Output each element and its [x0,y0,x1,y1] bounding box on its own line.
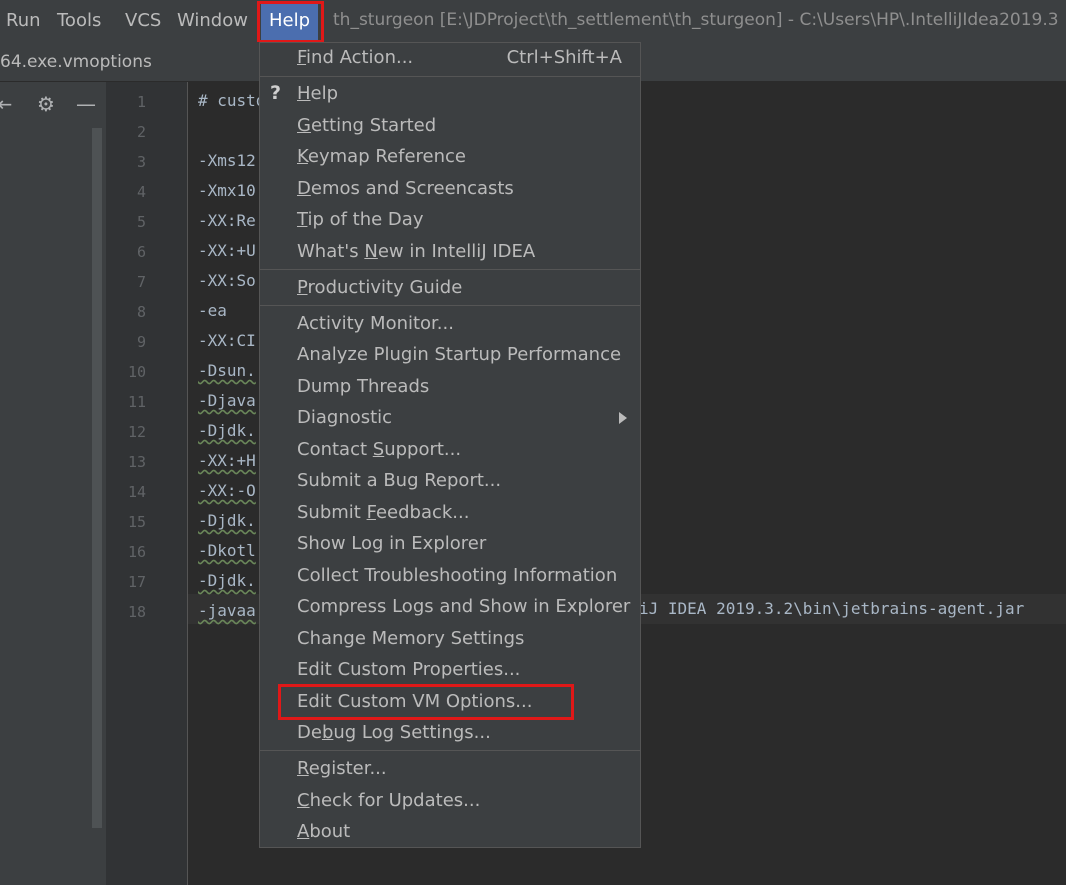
menu-separator [260,750,640,751]
question-icon: ? [270,82,282,104]
line-number: 2 [136,123,146,141]
code-line: -Djdk. [198,511,256,530]
line-number: 15 [127,513,146,531]
code-line: -XX:+U [198,241,256,260]
menu-separator [260,269,640,270]
line-number: 11 [127,393,146,411]
menu-item-getting-started[interactable]: Getting Started [297,115,436,136]
menu-help[interactable]: Help [261,4,319,40]
line-number: 3 [136,153,146,171]
menu-item-help[interactable]: Help [297,83,338,104]
menu-item-about[interactable]: About [297,821,350,842]
menu-vcs[interactable]: VCS [125,0,161,42]
line-number: 12 [127,423,146,441]
menu-item-collect-troubleshooting[interactable]: Collect Troubleshooting Information [297,565,617,586]
editor-tab[interactable]: 64.exe.vmoptions [0,42,152,82]
code-line: -Djdk. [198,571,256,590]
menu-item-dump-threads[interactable]: Dump Threads [297,376,429,397]
code-line: -Djava [198,391,256,410]
menu-item-contact-support[interactable]: Contact Support... [297,439,461,460]
menu-item-change-memory[interactable]: Change Memory Settings [297,628,524,649]
line-number: 6 [136,243,146,261]
menu-bar: Run Tools VCS Window Help th_sturgeon [E… [0,0,1066,42]
code-line: -Dkotl [198,541,256,560]
menu-item-find-action[interactable]: Find Action... [297,47,413,68]
menu-item-register[interactable]: Register... [297,758,387,779]
menu-run[interactable]: Run [6,0,41,42]
menu-item-check-updates[interactable]: Check for Updates... [297,790,480,811]
code-line: -Xms12 [198,151,256,170]
line-number: 1 [136,93,146,111]
menu-separator [260,305,640,306]
code-line: -XX:Re [198,211,256,230]
gear-icon[interactable]: ⚙ [34,92,58,116]
menu-tools[interactable]: Tools [57,0,101,42]
line-number: 17 [127,573,146,591]
menu-item-submit-bug[interactable]: Submit a Bug Report... [297,470,501,491]
code-line: -XX:So [198,271,256,290]
code-line-18-tail: iJ IDEA 2019.3.2\bin\jetbrains-agent.jar [639,599,1025,618]
line-number: 7 [136,273,146,291]
menu-item-demos[interactable]: Demos and Screencasts [297,178,514,199]
code-line: -Djdk. [198,421,256,440]
menu-window[interactable]: Window [177,0,248,42]
line-number: 9 [136,333,146,351]
code-line: -XX:-O [198,481,256,500]
help-menu: Find Action... Ctrl+Shift+A ? Help Getti… [259,42,641,848]
menu-item-whats-new[interactable]: What's New in IntelliJ IDEA [297,241,535,262]
line-number: 13 [127,453,146,471]
menu-item-debug-log-settings[interactable]: Debug Log Settings... [297,722,491,743]
menu-item-keymap-reference[interactable]: Keymap Reference [297,146,466,167]
menu-item-tip-of-the-day[interactable]: Tip of the Day [297,209,423,230]
project-panel [0,126,106,885]
line-number: 10 [127,363,146,381]
line-number: 4 [136,183,146,201]
minimize-icon[interactable]: — [74,92,98,116]
menu-item-analyze-plugin[interactable]: Analyze Plugin Startup Performance [297,344,621,365]
line-number: 14 [127,483,146,501]
project-toolbar: ⇤ ⚙ — [0,82,106,126]
code-line: -XX:+H [198,451,256,470]
code-line: -javaa [198,601,256,620]
menu-item-submit-feedback[interactable]: Submit Feedback... [297,502,469,523]
collapse-icon[interactable]: ⇤ [0,92,16,116]
line-number: 16 [127,543,146,561]
line-number: 8 [136,303,146,321]
find-action-shortcut: Ctrl+Shift+A [506,47,622,68]
menu-item-diagnostic[interactable]: Diagnostic [297,407,392,428]
menu-item-edit-custom-vm-options[interactable]: Edit Custom VM Options... [297,691,532,712]
menu-item-show-log[interactable]: Show Log in Explorer [297,533,486,554]
code-line: # custo [198,91,266,110]
menu-item-edit-custom-properties[interactable]: Edit Custom Properties... [297,659,520,680]
window-title: th_sturgeon [E:\JDProject\th_settlement\… [333,10,1059,30]
scrollbar[interactable] [92,128,102,828]
line-number: 5 [136,213,146,231]
line-number: 18 [127,603,146,621]
menu-separator [260,76,640,77]
menu-item-productivity-guide[interactable]: Productivity Guide [297,277,462,298]
code-line: -XX:CI [198,331,256,350]
code-line: -Xmx10 [198,181,256,200]
menu-item-activity-monitor[interactable]: Activity Monitor... [297,313,454,334]
code-line: -ea [198,301,227,320]
submenu-arrow-icon [619,412,627,424]
menu-item-compress-logs[interactable]: Compress Logs and Show in Explorer [297,596,630,617]
code-line: -Dsun. [198,361,256,380]
